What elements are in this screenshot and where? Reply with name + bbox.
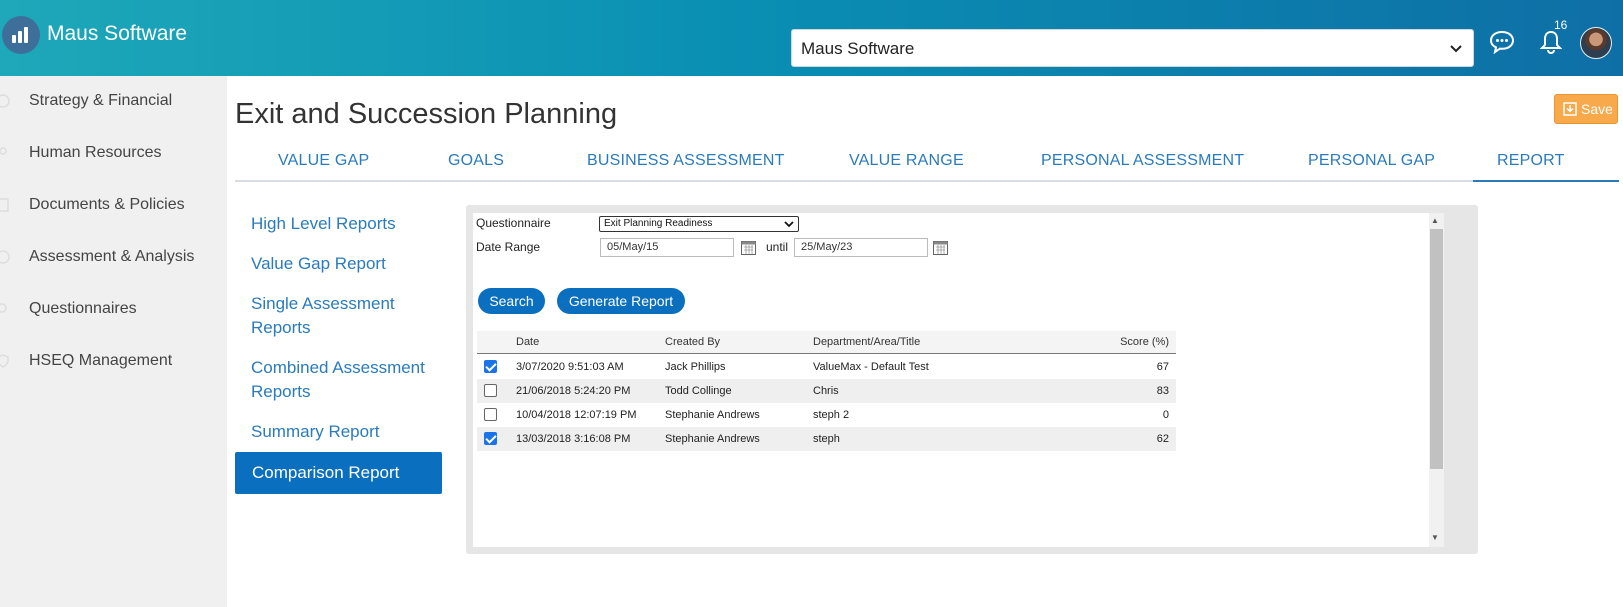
table-header: Date Created By Department/Area/Title Sc…	[477, 331, 1176, 354]
sidebar-item-hseq-management[interactable]: HSEQ Management	[0, 346, 227, 376]
sidebar-item-label: Assessment & Analysis	[29, 248, 195, 265]
date-range-label: Date Range	[476, 240, 541, 254]
dollar-icon	[0, 94, 10, 108]
until-label: until	[766, 240, 789, 254]
download-icon	[1563, 102, 1577, 116]
tab-business-assessment[interactable]: BUSINESS ASSESSMENT	[587, 152, 785, 170]
generate-report-button[interactable]: Generate Report	[557, 288, 685, 314]
row-department: ValueMax - Default Test	[813, 361, 929, 373]
sidebar-item-label: Strategy & Financial	[29, 92, 173, 109]
tab-bar: VALUE GAP GOALS BUSINESS ASSESSMENT VALU…	[235, 146, 1617, 182]
row-checkbox[interactable]	[484, 432, 497, 445]
column-header-date[interactable]: Date	[516, 336, 539, 348]
report-nav-combined-assessment-reports[interactable]: Combined Assessment Reports	[251, 356, 441, 404]
row-checkbox[interactable]	[484, 408, 497, 421]
row-checkbox[interactable]	[484, 384, 497, 397]
sidebar-item-questionnaires[interactable]: Questionnaires	[0, 294, 227, 324]
date-to-input[interactable]: 25/May/23	[794, 238, 928, 257]
row-score: 0	[1162, 409, 1169, 421]
report-nav-summary-report[interactable]: Summary Report	[251, 420, 379, 444]
page-title: Exit and Succession Planning	[235, 98, 618, 130]
document-icon	[0, 198, 9, 212]
chevron-down-icon	[784, 221, 794, 228]
shield-icon	[0, 354, 9, 368]
tab-value-range[interactable]: VALUE RANGE	[849, 152, 964, 170]
row-date: 10/04/2018 12:07:19 PM	[516, 409, 637, 421]
row-checkbox[interactable]	[484, 360, 497, 373]
scroll-down-arrow-icon[interactable]: ▼	[1431, 533, 1439, 542]
tab-personal-assessment[interactable]: PERSONAL ASSESSMENT	[1041, 152, 1244, 170]
company-select[interactable]: Maus Software	[791, 29, 1474, 67]
report-nav-high-level-reports[interactable]: High Level Reports	[251, 212, 396, 236]
save-button[interactable]: Save	[1554, 94, 1618, 124]
sidebar-item-strategy-financial[interactable]: Strategy & Financial	[0, 86, 227, 116]
top-bar: Maus Software Maus Software 16	[0, 0, 1623, 76]
questionnaire-select-value: Exit Planning Readiness	[604, 218, 713, 229]
tab-value-gap[interactable]: VALUE GAP	[278, 152, 369, 170]
save-label: Save	[1581, 101, 1613, 117]
row-created-by: Jack Phillips	[665, 361, 726, 373]
report-nav-single-assessment-reports[interactable]: Single Assessment Reports	[251, 292, 421, 340]
sidebar-item-label: Questionnaires	[29, 300, 137, 317]
tab-report[interactable]: REPORT	[1497, 152, 1565, 170]
table-row[interactable]: 13/03/2018 3:16:08 PM Stephanie Andrews …	[477, 427, 1176, 451]
sidebar-item-label: HSEQ Management	[29, 352, 173, 369]
active-tab-indicator	[1473, 180, 1619, 182]
search-icon	[0, 303, 7, 313]
report-nav-value-gap-report[interactable]: Value Gap Report	[251, 252, 386, 276]
search-button[interactable]: Search	[478, 288, 545, 314]
row-score: 62	[1156, 433, 1169, 445]
row-created-by: Stephanie Andrews	[665, 409, 760, 421]
row-department: steph 2	[813, 409, 850, 421]
row-department: steph	[813, 433, 840, 445]
row-date: 21/06/2018 5:24:20 PM	[516, 385, 631, 397]
table-row[interactable]: 10/04/2018 12:07:19 PM Stephanie Andrews…	[477, 403, 1176, 427]
row-date: 3/07/2020 9:51:03 AM	[516, 361, 624, 373]
logo-icon[interactable]	[2, 16, 40, 54]
sidebar: Strategy & Financial Human Resources Doc…	[0, 76, 227, 607]
sidebar-item-human-resources[interactable]: Human Resources	[0, 138, 227, 168]
table-row[interactable]: 3/07/2020 9:51:03 AM Jack Phillips Value…	[477, 355, 1176, 379]
table-row[interactable]: 21/06/2018 5:24:20 PM Todd Collinge Chri…	[477, 379, 1176, 403]
row-score: 83	[1156, 385, 1169, 397]
sidebar-item-assessment-analysis[interactable]: Assessment & Analysis	[0, 242, 227, 272]
sidebar-item-documents-policies[interactable]: Documents & Policies	[0, 190, 227, 220]
date-from-input[interactable]: 05/May/15	[600, 238, 734, 257]
tab-goals[interactable]: GOALS	[448, 152, 504, 170]
report-nav-comparison-report[interactable]: Comparison Report	[235, 452, 442, 494]
row-created-by: Stephanie Andrews	[665, 433, 760, 445]
brand-name: Maus Software	[47, 22, 188, 45]
sidebar-item-label: Documents & Policies	[29, 196, 185, 213]
calendar-icon[interactable]	[933, 240, 948, 255]
row-date: 13/03/2018 3:16:08 PM	[516, 433, 631, 445]
company-select-value: Maus Software	[801, 39, 915, 58]
dollar-icon	[0, 250, 10, 264]
scrollbar-thumb[interactable]	[1430, 229, 1443, 469]
column-header-department[interactable]: Department/Area/Title	[813, 336, 920, 348]
row-score: 67	[1156, 361, 1169, 373]
chevron-down-icon	[1450, 45, 1462, 53]
tab-personal-gap[interactable]: PERSONAL GAP	[1308, 152, 1435, 170]
avatar[interactable]	[1580, 27, 1612, 59]
person-icon	[0, 147, 7, 155]
column-header-score[interactable]: Score (%)	[1120, 336, 1169, 348]
bell-icon[interactable]	[1540, 30, 1562, 54]
questionnaire-label: Questionnaire	[476, 216, 551, 230]
column-header-created-by[interactable]: Created By	[665, 336, 720, 348]
questionnaire-select[interactable]: Exit Planning Readiness	[599, 216, 799, 232]
sidebar-item-label: Human Resources	[29, 144, 162, 161]
calendar-icon[interactable]	[741, 240, 756, 255]
row-department: Chris	[813, 385, 839, 397]
notification-count: 16	[1554, 18, 1568, 32]
scroll-up-arrow-icon[interactable]: ▲	[1431, 216, 1439, 225]
chat-icon[interactable]	[1489, 30, 1515, 54]
row-created-by: Todd Collinge	[665, 385, 732, 397]
